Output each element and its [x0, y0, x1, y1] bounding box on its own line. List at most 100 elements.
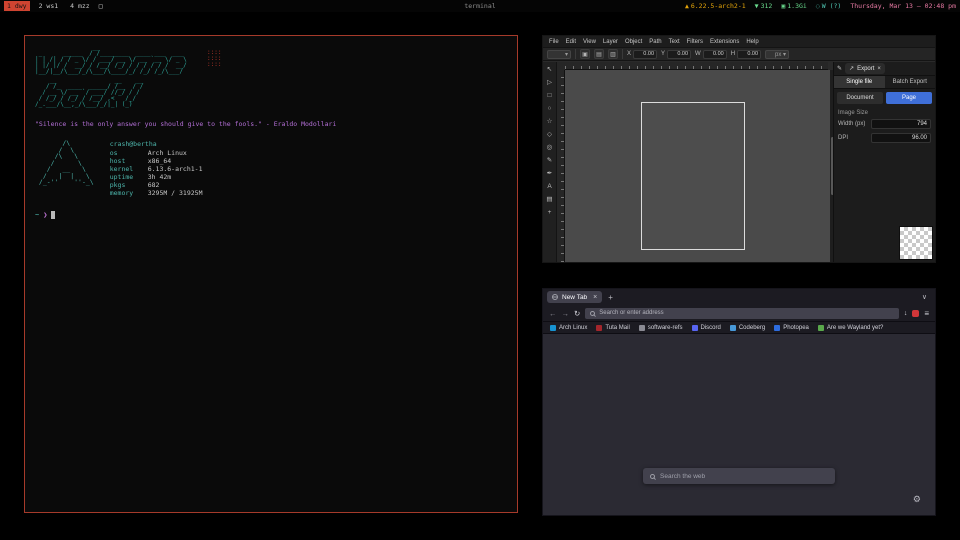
inkscape-window: File Edit View Layer Object Path Text Fi…	[542, 35, 936, 263]
star-tool-icon[interactable]: ☆	[544, 117, 555, 127]
bookmark-favicon	[596, 325, 602, 331]
shell-prompt[interactable]: ~ ❯	[35, 211, 507, 219]
batch-export-mode-button[interactable]: Batch Export	[885, 76, 936, 88]
menu-item-path[interactable]: Path	[649, 39, 661, 45]
vertical-ruler[interactable]	[557, 70, 565, 262]
horizontal-ruler[interactable]	[565, 62, 828, 70]
status-memory-text: 1.3Gi	[787, 2, 807, 10]
export-panel: ✎ ↗ Export × Single file Batch Export Do…	[833, 62, 935, 262]
ruler-corner	[557, 62, 565, 70]
inkscape-canvas[interactable]	[565, 70, 830, 262]
export-preview-checkerboard	[899, 226, 933, 260]
document-scope-button[interactable]: Document	[837, 92, 883, 104]
selector-tool-icon[interactable]: ↖	[544, 65, 555, 75]
forward-button[interactable]: →	[562, 309, 570, 318]
image-size-label: Image Size	[834, 107, 935, 117]
menu-item-extensions[interactable]: Extensions	[710, 39, 739, 45]
rectangle-tool-icon[interactable]: □	[544, 91, 555, 101]
align-button-3[interactable]: ▥	[608, 49, 618, 59]
workspace-3[interactable]: 4 mzz	[67, 1, 93, 11]
fetch-row: kernel6.13.6-arch1-1	[110, 165, 203, 173]
toolbar-separator	[622, 49, 623, 59]
spiral-tool-icon[interactable]: ◎	[544, 143, 555, 153]
h-input[interactable]: 0.00	[737, 50, 761, 59]
close-icon[interactable]: ×	[877, 66, 881, 72]
page-scope-button[interactable]: Page	[886, 92, 932, 104]
bookmark-arch-linux[interactable]: Arch Linux	[550, 325, 587, 331]
inkscape-tool-controls: ▾ ▣ ▤ ▥ X 0.00 Y 0.00 W 0.00 H 0.00 px ▾	[543, 47, 935, 61]
layout-mode-icon[interactable]: □	[99, 2, 103, 10]
bookmark-software-refs[interactable]: software-refs	[639, 325, 683, 331]
bookmark-tuta-mail[interactable]: Tuta Mail	[596, 325, 629, 331]
fetch-label: pkgs	[110, 181, 148, 189]
x-input[interactable]: 0.00	[633, 50, 657, 59]
bookmark-label: Discord	[701, 325, 721, 331]
gradient-tool-icon[interactable]: ▤	[544, 195, 555, 205]
menu-item-layer[interactable]: Layer	[603, 39, 618, 45]
ascii-art-back: __ __ __ / /_ ____ _____/ /__ / / / __ \…	[35, 78, 507, 108]
hamburger-menu-icon[interactable]: ≡	[924, 309, 929, 318]
w-input[interactable]: 0.00	[703, 50, 727, 59]
pencil-tool-icon[interactable]: ✎	[544, 156, 555, 166]
fetch-label: uptime	[110, 173, 148, 181]
single-file-mode-button[interactable]: Single file	[834, 76, 885, 88]
workspace-2[interactable]: 2 ws1	[36, 1, 62, 11]
terminal-window[interactable]: __ _ _____ / /________ ____ ___ ___ | | …	[24, 35, 518, 513]
fetch-row: memory3295M / 31925M	[110, 189, 203, 197]
bookmarks-bar: Arch Linux Tuta Mail software-refs Disco…	[543, 322, 935, 334]
web-search-box[interactable]: Search the web	[643, 468, 835, 484]
ublock-extension-icon[interactable]	[912, 310, 919, 317]
back-button[interactable]: ←	[549, 309, 557, 318]
node-tool-icon[interactable]: ▷	[544, 78, 555, 88]
menu-item-help[interactable]: Help	[746, 39, 758, 45]
x-field-group: X 0.00	[627, 50, 657, 59]
terminal-quote: "Silence is the only answer you should g…	[35, 120, 507, 128]
inkscape-menubar: File Edit View Layer Object Path Text Fi…	[543, 36, 935, 47]
document-page[interactable]	[641, 102, 745, 250]
new-tab-button[interactable]: +	[608, 293, 613, 302]
workspace-1[interactable]: 1 dwy	[4, 1, 30, 11]
dpi-field-row: DPI 96.00	[834, 131, 935, 145]
bookmark-favicon	[550, 325, 556, 331]
ascii-art-sparkles: :::: :::: ::::	[207, 50, 221, 68]
url-bar[interactable]: Search or enter address	[585, 308, 899, 319]
width-input[interactable]: 794	[871, 119, 931, 129]
y-input[interactable]: 0.00	[667, 50, 691, 59]
bookmark-codeberg[interactable]: Codeberg	[730, 325, 765, 331]
box3d-tool-icon[interactable]: ◇	[544, 130, 555, 140]
dpi-input[interactable]: 96.00	[871, 133, 931, 143]
menu-item-edit[interactable]: Edit	[566, 39, 576, 45]
bookmark-photopea[interactable]: Photopea	[774, 325, 809, 331]
menu-item-filters[interactable]: Filters	[687, 39, 703, 45]
bookmark-discord[interactable]: Discord	[692, 325, 721, 331]
menu-item-view[interactable]: View	[583, 39, 596, 45]
menu-item-object[interactable]: Object	[625, 39, 642, 45]
reload-button[interactable]: ↻	[574, 309, 580, 318]
status-memory: ▣ 1.3Gi	[781, 2, 807, 10]
text-tool-icon[interactable]: A	[544, 182, 555, 192]
align-button-1[interactable]: ▣	[580, 49, 590, 59]
dock-icon[interactable]: ✎	[837, 65, 842, 72]
status-kernel: ▲ 6.22.5-arch2-1	[685, 2, 746, 10]
pen-tool-icon[interactable]: ✒	[544, 169, 555, 179]
ellipse-tool-icon[interactable]: ○	[544, 104, 555, 114]
menu-item-file[interactable]: File	[549, 39, 559, 45]
tab-close-icon[interactable]: ×	[593, 294, 597, 301]
download-arrow-icon: ▼	[755, 2, 759, 10]
align-button-2[interactable]: ▤	[594, 49, 604, 59]
bookmark-label: Arch Linux	[559, 325, 587, 331]
menu-item-text[interactable]: Text	[669, 39, 680, 45]
list-tabs-caret-icon[interactable]: ∨	[922, 293, 931, 301]
export-tab[interactable]: ↗ Export ×	[845, 63, 885, 74]
tool-options-dropdown[interactable]: ▾	[547, 50, 571, 59]
tab-new-tab[interactable]: New Tab ×	[547, 291, 602, 303]
bookmark-favicon	[639, 325, 645, 331]
zoom-tool-icon[interactable]: +	[544, 208, 555, 218]
export-icon: ↗	[849, 65, 854, 72]
status-clock: Thursday, Mar 13 — 02:48 pm	[850, 2, 956, 10]
bookmark-are-we-wayland-yet[interactable]: Are we Wayland yet?	[818, 325, 883, 331]
toolbar-separator	[575, 49, 576, 59]
personalize-gear-icon[interactable]: ⚙	[913, 494, 921, 505]
units-dropdown[interactable]: px ▾	[765, 50, 789, 59]
downloads-icon[interactable]: ↓	[904, 310, 908, 317]
